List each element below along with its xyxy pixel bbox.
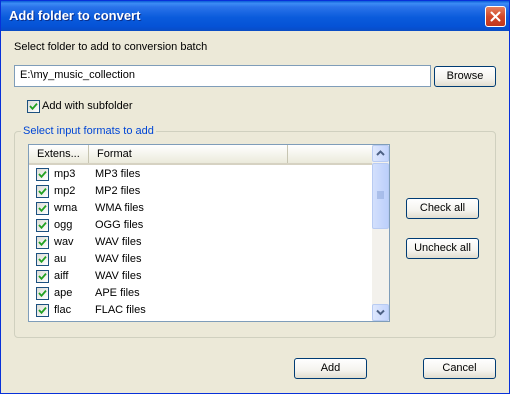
grip-icon — [377, 191, 384, 199]
browse-button[interactable]: Browse — [434, 66, 496, 87]
row-extension: ape — [54, 287, 73, 299]
row-format: APE files — [95, 287, 140, 299]
row-checkbox[interactable] — [36, 304, 49, 317]
list-item[interactable]: mp2 MP2 files — [29, 183, 372, 200]
check-mark-icon — [38, 205, 47, 213]
row-format: WAV files — [95, 253, 142, 265]
check-mark-icon — [38, 171, 47, 179]
folder-path-input[interactable]: E:\my_music_collection — [14, 65, 431, 87]
cancel-button[interactable]: Cancel — [423, 358, 496, 379]
row-checkbox[interactable] — [36, 219, 49, 232]
add-button[interactable]: Add — [294, 358, 367, 379]
row-extension: wma — [54, 202, 78, 214]
row-extension: ogg — [54, 219, 73, 231]
close-icon — [490, 11, 501, 22]
check-mark-icon — [29, 103, 38, 111]
scroll-up-button[interactable] — [372, 145, 389, 162]
scroll-down-button[interactable] — [372, 304, 389, 321]
check-all-button[interactable]: Check all — [406, 198, 479, 219]
row-extension: mp2 — [54, 185, 76, 197]
row-checkbox[interactable] — [36, 168, 49, 181]
row-format: WAV files — [95, 270, 142, 282]
row-format: WMA files — [95, 202, 144, 214]
row-extension: au — [54, 253, 67, 265]
row-extension: flac — [54, 304, 72, 316]
subfolder-checkbox[interactable] — [27, 100, 40, 113]
check-mark-icon — [38, 307, 47, 315]
row-checkbox[interactable] — [36, 202, 49, 215]
row-format: FLAC files — [95, 304, 146, 316]
formats-list[interactable]: Extens... Format mp3 MP3 files mp2 MP2 f… — [28, 144, 390, 322]
check-mark-icon — [38, 222, 47, 230]
list-item[interactable]: ape APE files — [29, 285, 372, 302]
list-header: Extens... Format — [29, 145, 372, 165]
folder-label: Select folder to add to conversion batch — [14, 41, 208, 53]
row-format: OGG files — [95, 219, 144, 231]
vertical-scrollbar[interactable] — [372, 145, 389, 321]
row-checkbox[interactable] — [36, 253, 49, 266]
chevron-down-icon — [376, 309, 385, 316]
list-item[interactable]: wav WAV files — [29, 234, 372, 251]
title-bar[interactable]: Add folder to convert — [1, 1, 509, 31]
row-checkbox[interactable] — [36, 270, 49, 283]
row-checkbox[interactable] — [36, 287, 49, 300]
uncheck-all-button[interactable]: Uncheck all — [406, 238, 479, 259]
check-mark-icon — [38, 290, 47, 298]
row-format: MP3 files — [95, 168, 141, 180]
column-header-format[interactable]: Format — [89, 145, 288, 163]
row-extension: aiff — [54, 270, 69, 282]
row-checkbox[interactable] — [36, 236, 49, 249]
row-extension: wav — [54, 236, 74, 248]
row-format: WAV files — [95, 236, 142, 248]
chevron-up-icon — [376, 150, 385, 156]
row-format: MP2 files — [95, 185, 141, 197]
close-button[interactable] — [485, 6, 506, 27]
subfolder-label: Add with subfolder — [42, 100, 133, 112]
list-item[interactable]: au WAV files — [29, 251, 372, 268]
check-mark-icon — [38, 256, 47, 264]
row-checkbox[interactable] — [36, 185, 49, 198]
window-title: Add folder to convert — [9, 8, 141, 23]
scroll-thumb[interactable] — [372, 163, 389, 229]
list-item[interactable]: ogg OGG files — [29, 217, 372, 234]
column-header-extension[interactable]: Extens... — [29, 145, 89, 163]
list-item[interactable]: mp3 MP3 files — [29, 166, 372, 183]
list-item[interactable]: aiff WAV files — [29, 268, 372, 285]
check-mark-icon — [38, 273, 47, 281]
formats-group-legend: Select input formats to add — [21, 125, 156, 137]
list-item[interactable]: flac FLAC files — [29, 302, 372, 319]
list-item[interactable]: wma WMA files — [29, 200, 372, 217]
check-mark-icon — [38, 188, 47, 196]
check-mark-icon — [38, 239, 47, 247]
row-extension: mp3 — [54, 168, 76, 180]
